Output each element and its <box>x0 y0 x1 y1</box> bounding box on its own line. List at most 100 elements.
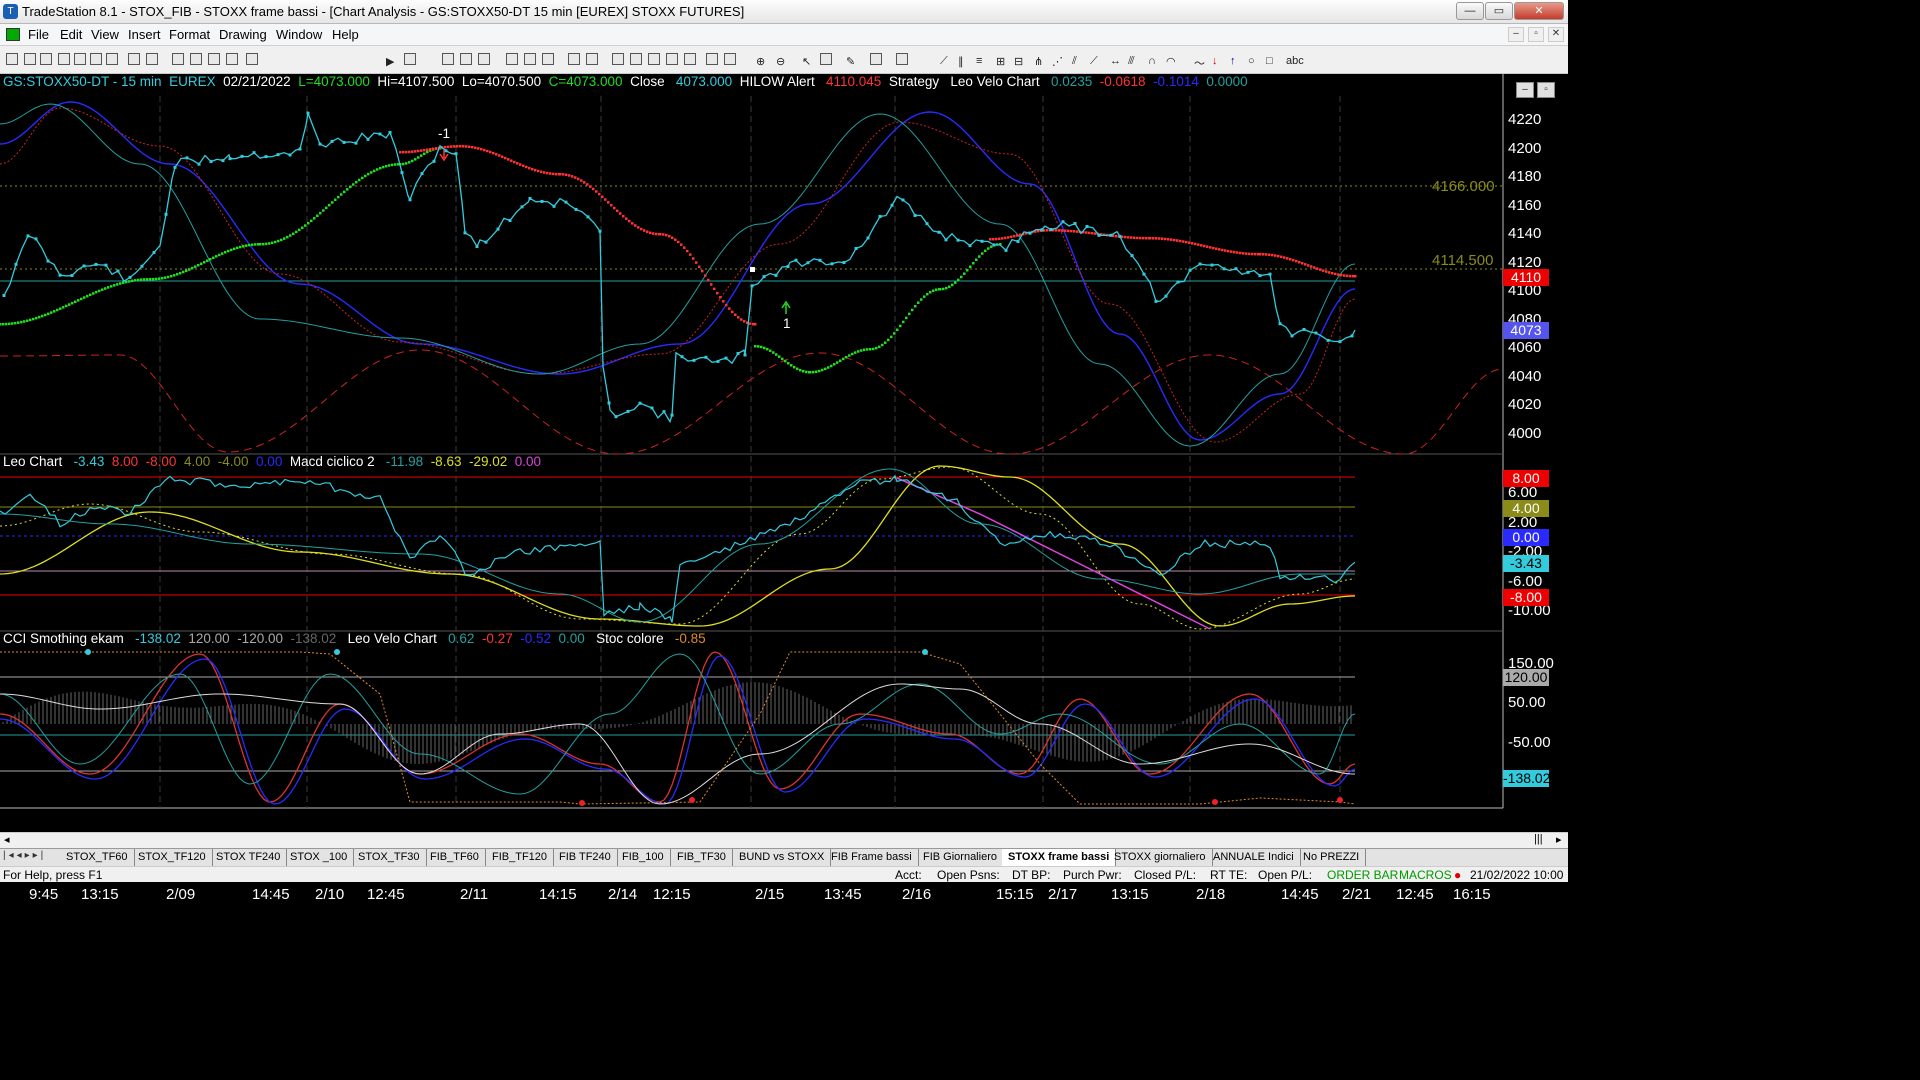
drawing-toolbar-icon[interactable] <box>896 53 908 65</box>
horizontal-line-icon[interactable]: ≡ <box>976 55 982 67</box>
matrix-icon[interactable] <box>478 53 490 65</box>
tab-fib-tf120[interactable]: FIB_TF120 <box>486 849 555 866</box>
order-bar-indicator[interactable]: ORDER BAR <box>1327 868 1398 882</box>
macros-indicator[interactable]: MACROS <box>1399 868 1452 882</box>
up-arrow-icon[interactable]: ↑ <box>1230 55 1236 67</box>
tab-annuale-indici[interactable]: ANNUALE Indici <box>1207 849 1301 866</box>
measure-icon[interactable]: ↔ <box>1110 55 1121 67</box>
menu-file[interactable]: File <box>28 27 49 42</box>
freehand-icon[interactable]: 〜 <box>1194 55 1205 71</box>
volume-icon[interactable] <box>684 53 696 65</box>
order-bar-icon[interactable] <box>870 53 882 65</box>
open-icon[interactable] <box>24 53 36 65</box>
paste-icon[interactable] <box>226 53 238 65</box>
rectangle-icon[interactable]: □ <box>1266 55 1273 67</box>
print-icon[interactable] <box>146 53 158 65</box>
insert-indicator-icon[interactable] <box>506 53 518 65</box>
globe-icon[interactable] <box>246 53 258 65</box>
pane-restore-button[interactable]: ▫ <box>1537 82 1555 98</box>
open-folder-icon[interactable] <box>58 53 70 65</box>
print-preview-icon[interactable] <box>128 53 140 65</box>
tab-fib-tf240[interactable]: FIB TF240 <box>553 849 618 866</box>
menu-insert[interactable]: Insert <box>128 27 161 42</box>
text-tool-icon[interactable]: abc <box>1286 55 1304 67</box>
scroll-left-arrow-icon[interactable]: ◂ <box>4 833 10 846</box>
tab-navigation-arrows-icon[interactable]: |◂◂▸▸| <box>3 850 46 861</box>
tab-fib-100[interactable]: FIB_100 <box>616 849 671 866</box>
cycle-icon[interactable]: ∩ <box>1148 55 1156 67</box>
cut-icon[interactable] <box>172 53 184 65</box>
scroll-grip-icon[interactable]: ||| <box>1534 833 1543 845</box>
tab-stoxx-giornaliero[interactable]: STOXX giornaliero <box>1108 849 1213 866</box>
fib-time-zone-icon[interactable]: ⫻ <box>1128 55 1135 68</box>
format-symbol-icon[interactable] <box>542 53 554 65</box>
scroll-right-icon[interactable] <box>724 53 736 65</box>
tab-bund-vs-stoxx[interactable]: BUND vs STOXX <box>733 849 832 866</box>
insert-strategy-icon[interactable] <box>524 53 536 65</box>
tab-stox-tf30[interactable]: STOX_TF30 <box>352 849 427 866</box>
tab-stoxx-frame-bassi[interactable]: STOXX frame bassi <box>1002 849 1117 866</box>
menu-edit[interactable]: Edit <box>60 27 82 42</box>
lock-icon[interactable] <box>208 53 220 65</box>
close-button[interactable]: ✕ <box>1514 2 1564 20</box>
copy-icon[interactable] <box>190 53 202 65</box>
save-icon[interactable] <box>40 53 52 65</box>
find-symbol-icon[interactable] <box>404 53 416 65</box>
arc-icon[interactable]: ◠ <box>1166 55 1176 68</box>
fibonacci-icon[interactable]: ⊞ <box>996 55 1005 68</box>
menu-view[interactable]: View <box>91 27 119 42</box>
symbol-go-icon[interactable]: ▶ <box>386 55 394 68</box>
chart-window-icon[interactable] <box>6 28 20 41</box>
menu-window[interactable]: Window <box>276 27 322 42</box>
tab-stox-tf60[interactable]: STOX_TF60 <box>60 849 135 866</box>
parallel-lines-icon[interactable]: ∥ <box>958 55 964 68</box>
mdi-close-button[interactable]: ✕ <box>1548 27 1564 42</box>
analysis-commentary-icon[interactable] <box>568 53 580 65</box>
pane-minimize-button[interactable]: – <box>1516 82 1534 98</box>
trendline-icon[interactable]: ⟋ <box>940 55 948 68</box>
scroll-left-icon[interactable] <box>706 53 718 65</box>
menu-help[interactable]: Help <box>332 27 359 42</box>
regression-channel-icon[interactable]: ⟋ <box>1090 55 1098 68</box>
line-chart-icon[interactable] <box>648 53 660 65</box>
crosshair-icon[interactable] <box>820 53 832 65</box>
tab-no-prezzi[interactable]: No PREZZI <box>1297 849 1367 866</box>
open-workspace-icon[interactable] <box>90 53 102 65</box>
down-arrow-icon[interactable]: ↓ <box>1212 55 1218 67</box>
tab-stox-100[interactable]: STOX _100 <box>284 849 355 866</box>
menu-format[interactable]: Format <box>169 27 210 42</box>
mdi-minimize-button[interactable]: – <box>1508 27 1524 42</box>
point-figure-icon[interactable] <box>666 53 678 65</box>
zoom-out-icon[interactable]: ⊖ <box>776 55 785 68</box>
maximize-button[interactable]: ▭ <box>1485 2 1513 20</box>
ellipse-icon[interactable]: ○ <box>1248 55 1255 67</box>
bar-chart-icon[interactable] <box>612 53 624 65</box>
new-icon[interactable] <box>6 53 18 65</box>
speedline-icon[interactable]: ⊟ <box>1014 55 1023 68</box>
tab-fib-tf30[interactable]: FIB_TF30 <box>671 849 733 866</box>
tab-fib-giornaliero[interactable]: FIB Giornaliero <box>917 849 1004 866</box>
chart-analysis-icon[interactable] <box>442 53 454 65</box>
andrews-pitchfork-icon[interactable]: ⋔ <box>1034 55 1043 68</box>
zoom-in-icon[interactable]: ⊕ <box>756 55 765 68</box>
chart-plot[interactable] <box>0 74 1568 832</box>
chart-analysis-window[interactable]: GS:STOXX50-DT - 15 min EUREX 02/21/2022 … <box>0 74 1568 903</box>
minimize-button[interactable]: — <box>1456 2 1484 20</box>
tab-stox-tf120[interactable]: STOX_TF120 <box>132 849 213 866</box>
scroll-right-arrow-icon[interactable]: ▸ <box>1556 833 1562 846</box>
mdi-restore-button[interactable]: ▫ <box>1528 27 1544 42</box>
strategy-performance-icon[interactable] <box>586 53 598 65</box>
horizontal-scrollbar[interactable]: ◂ ||| ▸ <box>0 832 1568 848</box>
save-workspace-icon[interactable] <box>106 53 118 65</box>
new-workspace-icon[interactable] <box>74 53 86 65</box>
candlestick-icon[interactable] <box>630 53 642 65</box>
fib-extension-icon[interactable]: ⫽ <box>1072 55 1077 68</box>
tools-icon[interactable]: ✎ <box>846 55 855 68</box>
gann-fan-icon[interactable]: ⋰ <box>1052 55 1063 68</box>
pointer-icon[interactable]: ↖ <box>802 55 811 68</box>
radarscreen-icon[interactable] <box>460 53 472 65</box>
tab-fib-tf60[interactable]: FIB_TF60 <box>424 849 486 866</box>
tab-fib-frame-bassi[interactable]: FIB Frame bassi <box>825 849 919 866</box>
tab-stox-tf240[interactable]: STOX TF240 <box>210 849 288 866</box>
menu-drawing[interactable]: Drawing <box>219 27 267 42</box>
